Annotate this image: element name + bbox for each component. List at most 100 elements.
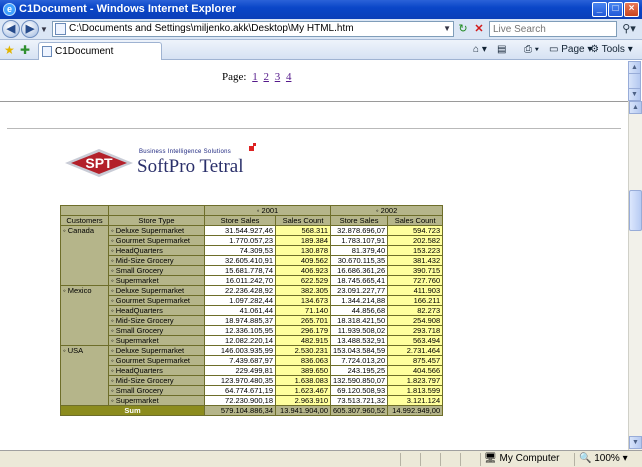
- store-sales-cell: 30.670.115,35: [329, 255, 389, 266]
- vertical-scrollbar[interactable]: ▲ ▼: [628, 101, 642, 450]
- divider: [7, 128, 621, 129]
- store-type-cell[interactable]: ◦ Deluxe Supermarket: [108, 225, 205, 236]
- spt-logo-icon: SPT: [65, 149, 133, 177]
- table-row: ◦ Canada ◦ Deluxe Supermarket 31.544.927,4…: [60, 225, 444, 286]
- store-type-label: Small Grocery: [115, 326, 164, 335]
- table-row: ◦ Gourmet Supermarket 1.097.282,44 134.673…: [61, 295, 444, 306]
- store-sales-cell: 243.195,25: [329, 365, 389, 376]
- page-menu-label: Page: [561, 44, 585, 55]
- page-link-2[interactable]: 2: [263, 71, 269, 83]
- store-type-cell[interactable]: ◦ HeadQuarters: [108, 365, 205, 376]
- address-bar[interactable]: C:\Documents and Settings\miljenko.akk\D…: [52, 21, 454, 37]
- search-input[interactable]: [490, 22, 600, 36]
- search-icon[interactable]: ⚲▾: [619, 21, 639, 37]
- store-type-cell[interactable]: ◦ Mid-Size Grocery: [108, 375, 205, 386]
- store-type-cell[interactable]: ◦ Small Grocery: [108, 385, 205, 396]
- year-2001-header[interactable]: ◦ 2001: [204, 205, 331, 216]
- sales-count-cell: 406.923: [275, 265, 331, 276]
- sales-count-cell: 1.823.797: [387, 375, 444, 386]
- tab-c1document[interactable]: C1Document: [38, 42, 162, 60]
- store-type-label: Supermarket: [115, 276, 159, 285]
- store-type-label: Mid-Size Grocery: [115, 316, 174, 325]
- sales-count-cell: 134.673: [275, 295, 331, 306]
- home-icon[interactable]: ⌂ ▾: [473, 44, 487, 55]
- page-link-1[interactable]: 1: [252, 71, 258, 83]
- store-type-cell[interactable]: ◦ HeadQuarters: [108, 245, 205, 256]
- store-type-label: Mid-Size Grocery: [115, 256, 174, 265]
- customer-group-cell[interactable]: ◦ USA: [60, 345, 109, 406]
- sales-count-cell: 130.878: [275, 245, 331, 256]
- sales-count-cell: 1.623.467: [275, 385, 331, 396]
- tools-menu-button[interactable]: ⚙ Tools ▾: [590, 44, 633, 55]
- forward-button[interactable]: ▶: [21, 20, 39, 38]
- store-sales-header: Store Sales: [204, 215, 276, 226]
- store-type-cell[interactable]: ◦ Gourmet Supermarket: [108, 295, 205, 306]
- store-type-cell[interactable]: ◦ Gourmet Supermarket: [108, 355, 205, 366]
- title-bar: e C1Document - Windows Internet Explorer…: [0, 0, 642, 19]
- sales-count-cell: 622.529: [275, 275, 331, 286]
- store-type-cell[interactable]: ◦ Small Grocery: [108, 325, 205, 336]
- feeds-icon[interactable]: ▤: [497, 44, 506, 55]
- scroll-down-button[interactable]: ▼: [628, 88, 641, 101]
- sales-count-cell: 1.638.083: [275, 375, 331, 386]
- store-sales-cell: 69.120.508,93: [329, 385, 389, 396]
- search-box[interactable]: [489, 21, 617, 37]
- store-type-cell[interactable]: ◦ Small Grocery: [108, 265, 205, 276]
- recent-pages-dropdown[interactable]: ▼: [40, 25, 48, 34]
- scroll-down-button[interactable]: ▼: [629, 436, 642, 449]
- store-type-cell[interactable]: ◦ Gourmet Supermarket: [108, 235, 205, 246]
- address-dropdown-icon[interactable]: ▼: [443, 24, 451, 33]
- scroll-up-button[interactable]: ▲: [629, 101, 642, 114]
- minimize-button[interactable]: _: [592, 2, 607, 17]
- year-2002-header[interactable]: ◦ 2002: [329, 205, 444, 216]
- store-sales-cell: 18.745.665,41: [329, 275, 389, 286]
- store-type-cell[interactable]: ◦ Deluxe Supermarket: [108, 285, 205, 296]
- store-type-label: Gourmet Supermarket: [115, 236, 190, 245]
- page-menu-button[interactable]: ▭ Page ▾: [549, 44, 592, 55]
- customer-name: Canada: [67, 226, 95, 235]
- sales-count-cell: 293.718: [387, 325, 444, 336]
- back-button[interactable]: ◀: [2, 20, 20, 38]
- store-type-label: Small Grocery: [115, 386, 164, 395]
- zoom-control[interactable]: 🔍 100% ▾: [579, 453, 628, 464]
- close-button[interactable]: ×: [624, 2, 639, 17]
- zoom-label: 100%: [594, 453, 620, 464]
- sum-label: Sum: [60, 405, 205, 416]
- store-type-cell[interactable]: ◦ HeadQuarters: [108, 305, 205, 316]
- sum-value: 13.941.904,00: [275, 405, 331, 416]
- scroll-thumb[interactable]: [629, 190, 642, 231]
- store-type-cell[interactable]: ◦ Supermarket: [108, 395, 205, 406]
- softpro-logo: SPT Business Intelligence Solutions Soft…: [65, 143, 265, 181]
- store-sales-cell: 23.091.227,77: [329, 285, 389, 296]
- sales-count-cell: 409.562: [275, 255, 331, 266]
- store-type-cell[interactable]: ◦ Mid-Size Grocery: [108, 315, 205, 326]
- store-sales-cell: 13.488.532,91: [329, 335, 389, 346]
- refresh-icon[interactable]: ↻: [456, 22, 470, 36]
- store-type-cell[interactable]: ◦ Mid-Size Grocery: [108, 255, 205, 266]
- logo-tagline: Business Intelligence Solutions: [139, 149, 232, 155]
- store-type-cell[interactable]: ◦ Supermarket: [108, 335, 205, 346]
- favorites-star-icon[interactable]: ★: [4, 43, 15, 57]
- customer-group-cell[interactable]: ◦ Mexico: [60, 285, 109, 346]
- add-favorites-icon[interactable]: ✚: [20, 43, 30, 57]
- sales-count-header: Sales Count: [275, 215, 331, 226]
- page-link-4[interactable]: 4: [286, 71, 292, 83]
- store-sales-cell: 18.318.421,50: [329, 315, 389, 326]
- sales-pivot-table: ◦ 2001 ◦ 2002 Customers Store Type Store…: [60, 205, 444, 416]
- tab-label: C1Document: [55, 46, 114, 57]
- page-link-3[interactable]: 3: [275, 71, 281, 83]
- sales-count-cell: 389.650: [275, 365, 331, 376]
- sales-count-cell: 727.760: [387, 275, 444, 286]
- scroll-thumb[interactable]: [628, 73, 641, 89]
- store-sales-cell: 73.513.721,32: [329, 395, 389, 406]
- logo-name: SoftPro Tetral: [137, 156, 244, 177]
- maximize-button[interactable]: □: [608, 2, 623, 17]
- pager-frame-scrollbar[interactable]: ▲ ▼: [628, 61, 642, 101]
- customer-group-cell[interactable]: ◦ Canada: [60, 225, 109, 286]
- stop-icon[interactable]: ✕: [472, 22, 486, 36]
- print-icon[interactable]: ⎙ ▾: [524, 44, 539, 55]
- store-type-cell[interactable]: ◦ Supermarket: [108, 275, 205, 286]
- store-sales-cell: 32.878.696,07: [329, 225, 389, 236]
- store-type-cell[interactable]: ◦ Deluxe Supermarket: [108, 345, 205, 356]
- store-sales-cell: 132.590.850,07: [329, 375, 389, 386]
